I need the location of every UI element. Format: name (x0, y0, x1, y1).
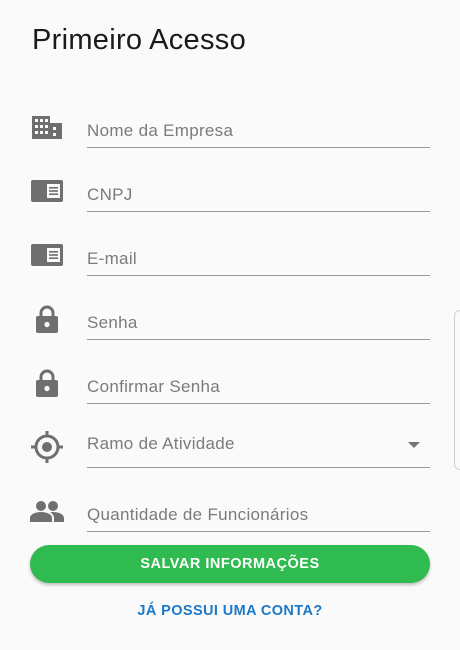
activity-select[interactable]: Ramo de Atividade (87, 420, 430, 468)
confirm-password-field (30, 356, 430, 408)
activity-field: Ramo de Atividade (30, 420, 430, 472)
id-card-icon (30, 238, 64, 272)
chevron-down-icon[interactable] (408, 442, 420, 448)
employees-input[interactable] (87, 484, 430, 532)
id-card-icon (30, 174, 64, 208)
edge-bracket (454, 310, 460, 470)
cnpj-field (30, 164, 430, 216)
lock-icon (30, 302, 64, 336)
company-name-field (30, 100, 430, 152)
login-link[interactable]: JÁ POSSUI UMA CONTA? (0, 603, 460, 619)
company-name-input[interactable] (87, 100, 430, 148)
target-icon (30, 430, 64, 464)
building-icon (30, 110, 64, 144)
cnpj-input[interactable] (87, 164, 430, 212)
people-icon (30, 494, 64, 528)
email-input[interactable] (87, 228, 430, 276)
page-title: Primeiro Acesso (32, 24, 247, 56)
employees-field (30, 484, 430, 536)
confirm-password-input[interactable] (87, 356, 430, 404)
email-field (30, 228, 430, 280)
password-field (30, 292, 430, 344)
save-button[interactable]: SALVAR INFORMAÇÕES (30, 545, 430, 583)
lock-icon (30, 366, 64, 400)
password-input[interactable] (87, 292, 430, 340)
